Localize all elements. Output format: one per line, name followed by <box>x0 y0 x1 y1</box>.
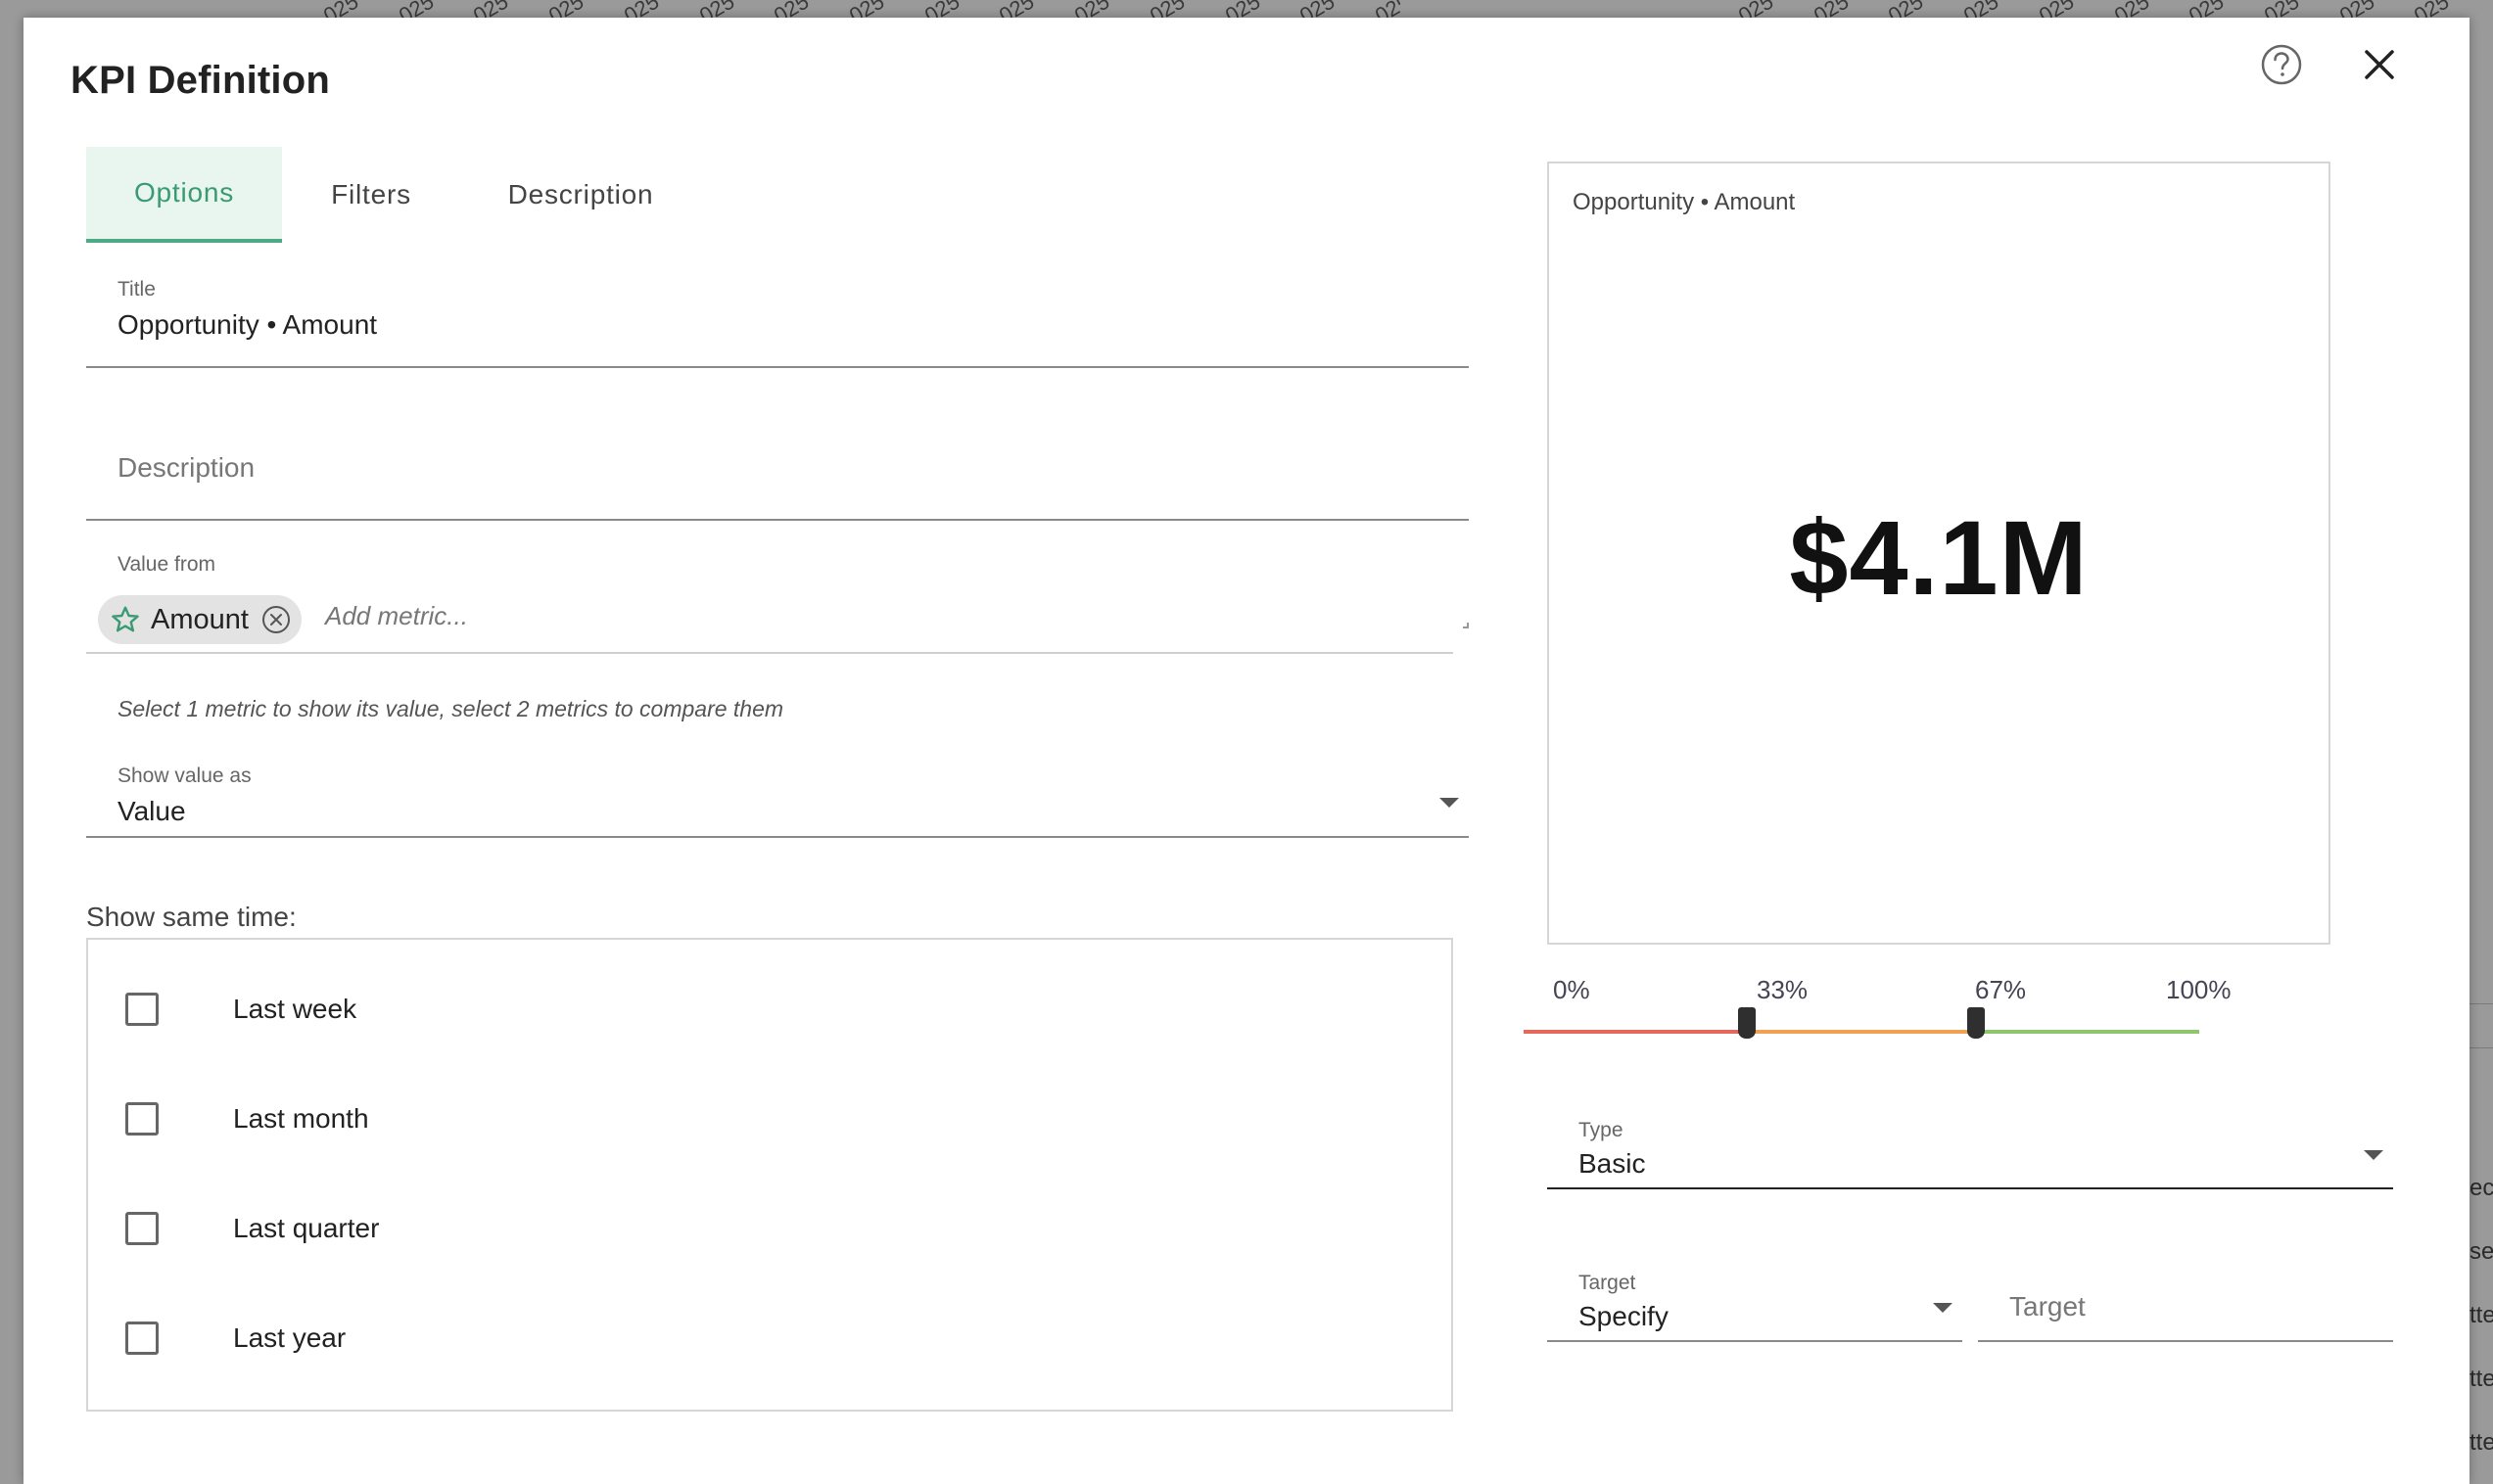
last-month-checkbox[interactable] <box>125 1102 159 1136</box>
threshold-label-100: 100% <box>2166 975 2232 1004</box>
add-metric-input[interactable]: Add metric... <box>325 601 468 631</box>
title-field[interactable]: Title Opportunity • Amount <box>86 262 1469 368</box>
show-value-as-value: Value <box>118 796 186 826</box>
background-strip-left: 0250250250250250250250250250250250250250… <box>323 0 1400 18</box>
time-option-label: Last week <box>233 994 357 1024</box>
value-from-underline <box>86 652 1453 654</box>
target-select-value: Specify <box>1578 1301 1669 1331</box>
metric-chip-amount[interactable]: Amount <box>98 595 302 644</box>
title-value: Opportunity • Amount <box>118 309 378 340</box>
time-option-last-week[interactable]: Last week <box>88 954 1451 1064</box>
background-divider <box>2469 1003 2493 1004</box>
chevron-down-icon <box>2364 1150 2383 1160</box>
background-text: tte <box>2469 1366 2493 1392</box>
preview-title: Opportunity • Amount <box>1573 189 1796 215</box>
time-comparison-panel: Last week Last month Last quarter Last y… <box>86 938 1453 1412</box>
threshold-track-mid <box>1746 1030 1977 1034</box>
background-text: sed <box>2469 1238 2493 1265</box>
tab-description[interactable]: Description <box>460 147 701 243</box>
type-select[interactable]: Type Basic <box>1547 1099 2393 1189</box>
kpi-definition-dialog: KPI Definition Options Filters Descripti… <box>24 18 2469 1484</box>
chevron-down-icon <box>1933 1303 1952 1313</box>
time-option-last-month[interactable]: Last month <box>88 1064 1451 1174</box>
threshold-label-0: 0% <box>1553 975 1590 1004</box>
background-divider <box>2469 1047 2493 1048</box>
background-text: tte <box>2469 1429 2493 1456</box>
metric-hint: Select 1 metric to show its value, selec… <box>118 696 784 721</box>
tab-bar: Options Filters Description <box>86 147 701 243</box>
star-outline-icon <box>112 606 139 632</box>
chevron-down-icon <box>1439 798 1459 808</box>
tab-label: Description <box>507 179 654 209</box>
tab-label: Filters <box>331 179 411 209</box>
time-option-label: Last quarter <box>233 1213 380 1243</box>
time-option-label: Last month <box>233 1103 369 1134</box>
description-placeholder: Description <box>118 452 256 483</box>
last-year-checkbox[interactable] <box>125 1322 159 1355</box>
kpi-preview: Opportunity • Amount $4.1M <box>1547 162 2330 945</box>
value-from-label: Value from <box>118 553 215 576</box>
close-button[interactable] <box>2350 35 2409 94</box>
threshold-track-low <box>1524 1030 1747 1034</box>
time-option-last-year[interactable]: Last year <box>88 1283 1451 1393</box>
title-label: Title <box>118 278 156 301</box>
description-field[interactable]: Description <box>86 417 1469 521</box>
threshold-label-33: 33% <box>1757 975 1809 1004</box>
show-same-time-title: Show same time: <box>86 902 297 932</box>
type-value: Basic <box>1578 1148 1646 1179</box>
last-week-checkbox[interactable] <box>125 993 159 1026</box>
tab-options[interactable]: Options <box>86 147 282 243</box>
remove-circle-icon[interactable] <box>260 604 292 635</box>
last-quarter-checkbox[interactable] <box>125 1212 159 1245</box>
dialog-title: KPI Definition <box>71 59 331 102</box>
type-label: Type <box>1578 1119 1623 1141</box>
show-value-as-label: Show value as <box>118 765 252 787</box>
show-value-as-select[interactable]: Show value as Value <box>86 747 1469 838</box>
time-option-label: Last year <box>233 1322 347 1353</box>
threshold-handle-2[interactable] <box>1967 1007 1986 1039</box>
threshold-label-67: 67% <box>1975 975 2027 1004</box>
threshold-handle-1[interactable] <box>1737 1007 1756 1039</box>
background-strip-right: 025025025025025025025025025025025 <box>1738 0 2463 18</box>
target-select[interactable]: Target Specify <box>1547 1246 1962 1342</box>
time-option-last-quarter[interactable]: Last quarter <box>88 1174 1451 1283</box>
help-circle-icon <box>2261 44 2302 85</box>
target-input[interactable]: Target <box>1978 1246 2393 1342</box>
tab-label: Options <box>133 177 235 208</box>
help-button[interactable] <box>2252 35 2311 94</box>
close-icon <box>2365 50 2394 79</box>
target-select-label: Target <box>1578 1272 1636 1294</box>
tab-filters[interactable]: Filters <box>282 147 460 243</box>
resize-handle <box>1463 623 1469 628</box>
background-text: eca <box>2469 1175 2493 1201</box>
target-input-placeholder: Target <box>2009 1291 2086 1322</box>
metric-chip-label: Amount <box>151 603 249 635</box>
threshold-track-high <box>1976 1030 2199 1034</box>
preview-value: $4.1M <box>1789 498 2089 617</box>
background-text: tte <box>2469 1302 2493 1328</box>
